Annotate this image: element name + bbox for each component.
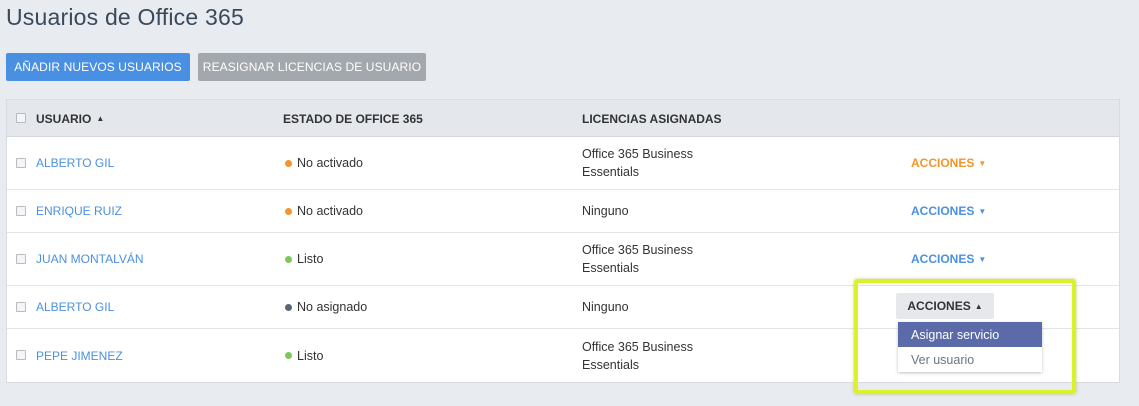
user-link[interactable]: ALBERTO GIL	[36, 156, 114, 170]
select-all-checkbox[interactable]	[16, 113, 26, 123]
column-licenses-label: LICENCIAS ASIGNADAS	[582, 111, 722, 126]
add-users-button[interactable]: AÑADIR NUEVOS USUARIOS	[6, 53, 190, 81]
status-text: Listo	[297, 348, 324, 363]
license-text: Ninguno	[582, 300, 629, 314]
user-link[interactable]: JUAN MONTALVÁN	[36, 252, 144, 266]
license-text: Ninguno	[582, 204, 629, 218]
status-dot-icon	[285, 207, 292, 215]
license-text: Office 365 Business	[582, 243, 693, 257]
status-text: No activado	[297, 204, 364, 218]
row-checkbox[interactable]	[16, 350, 26, 360]
table-header: USUARIO ▲ ESTADO DE OFFICE 365 LICENCIAS…	[7, 100, 1119, 137]
table-row: ALBERTO GIL No activado Office 365 Busin…	[7, 137, 1119, 190]
status-dot-icon	[285, 255, 292, 263]
menu-item-assign-service[interactable]: Asignar servicio	[898, 322, 1042, 347]
chevron-down-icon: ▼	[978, 206, 987, 216]
column-user-label: USUARIO	[36, 111, 92, 126]
license-text: Office 365 Business	[582, 147, 693, 161]
chevron-down-icon: ▼	[978, 254, 987, 264]
row-checkbox[interactable]	[16, 302, 26, 312]
actions-button-open[interactable]: ACCIONES ▲	[896, 293, 994, 319]
column-status-header: ESTADO DE OFFICE 365	[283, 100, 423, 137]
user-link[interactable]: PEPE JIMENEZ	[36, 349, 123, 363]
status-dot-icon	[285, 303, 292, 311]
reassign-licenses-button[interactable]: REASIGNAR LICENCIAS DE USUARIO	[198, 53, 426, 81]
license-text-2: Essentials	[582, 165, 639, 179]
chevron-up-icon: ▲	[974, 301, 983, 311]
license-text: Office 365 Business	[582, 339, 693, 354]
actions-button[interactable]: ACCIONES ▼	[911, 204, 986, 218]
status-dot-icon	[285, 352, 292, 359]
actions-button[interactable]: ACCIONES ▼	[911, 156, 986, 170]
status-text: No asignado	[297, 300, 368, 314]
page-title: Usuarios de Office 365	[6, 4, 244, 30]
row-checkbox[interactable]	[16, 254, 26, 264]
status-text: Listo	[297, 252, 324, 266]
table-row: JUAN MONTALVÁN Listo Office 365 Business…	[7, 233, 1119, 286]
menu-item-view-user[interactable]: Ver usuario	[898, 347, 1042, 372]
chevron-down-icon: ▼	[978, 158, 987, 168]
row-checkbox[interactable]	[16, 206, 26, 216]
sort-asc-icon: ▲	[96, 114, 105, 123]
actions-button[interactable]: ACCIONES ▼	[911, 252, 986, 266]
column-user-header[interactable]: USUARIO ▲	[36, 100, 104, 137]
license-text-2: Essentials	[582, 357, 639, 372]
user-link[interactable]: ALBERTO GIL	[36, 300, 114, 314]
column-licenses-header: LICENCIAS ASIGNADAS	[582, 100, 722, 137]
license-text-2: Essentials	[582, 261, 639, 275]
actions-label: ACCIONES	[907, 299, 971, 313]
status-text: No activado	[297, 156, 364, 170]
user-link[interactable]: ENRIQUE RUIZ	[36, 204, 122, 218]
actions-dropdown-menu: Asignar servicio Ver usuario	[898, 322, 1042, 372]
column-status-label: ESTADO DE OFFICE 365	[283, 111, 423, 126]
status-dot-icon	[285, 159, 292, 167]
row-checkbox[interactable]	[16, 158, 26, 168]
table-row: ENRIQUE RUIZ No activado Ninguno ACCIONE…	[7, 190, 1119, 233]
